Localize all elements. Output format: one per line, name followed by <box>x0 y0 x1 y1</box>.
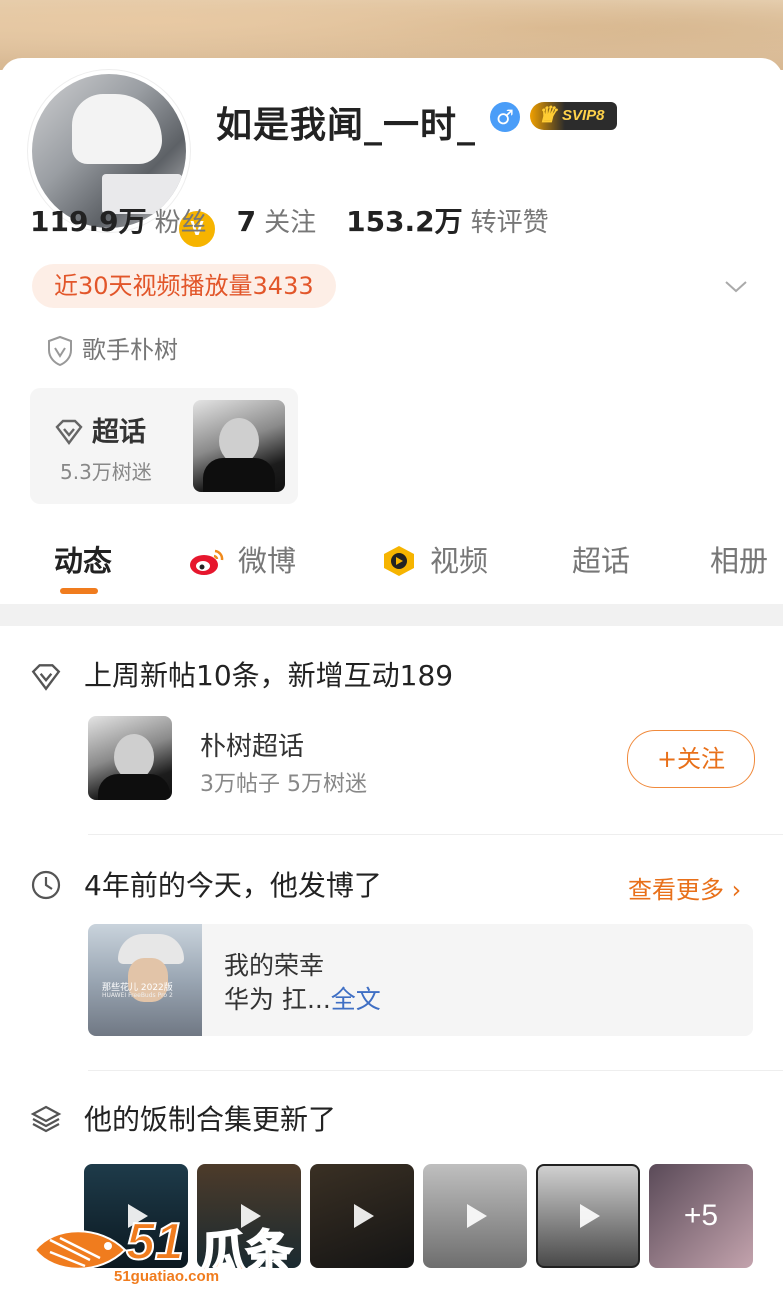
reposts-likes-count[interactable]: 153.2万 转评赞 <box>346 205 579 238</box>
chaohua-card[interactable]: 超话 5.3万树迷 <box>30 388 298 504</box>
more-count: +5 <box>683 1199 719 1232</box>
memory-header: 4年前的今天，他发博了 <box>30 864 382 904</box>
profile-name: 如是我闻_一时_ <box>216 105 477 146</box>
memory-post-text: 我的荣幸 <box>224 951 325 980</box>
followers-count[interactable]: 119.9万 粉丝 <box>30 205 237 238</box>
profile-tag: 歌手朴树 <box>46 330 178 367</box>
collection-header: 他的饭制合集更新了 <box>30 1098 336 1138</box>
follow-button[interactable]: +关注 <box>627 730 755 788</box>
weekly-summary: 上周新帖10条，新增互动189 <box>30 654 453 694</box>
crown-icon: ♛ <box>537 102 557 127</box>
watermark-logo: 51 瓜条 51guatiao.com <box>30 1210 310 1290</box>
svip-badge[interactable]: ♛ SVIP8 <box>530 102 617 130</box>
chevron-right-icon: › <box>731 876 742 904</box>
chaohua-title: 超话 <box>54 410 146 449</box>
collection-thumb-5[interactable] <box>536 1164 640 1268</box>
community-name[interactable]: 朴树超话 <box>200 726 304 763</box>
chevron-down-icon[interactable] <box>722 272 750 300</box>
collection-thumb-more[interactable]: +5 <box>649 1164 753 1268</box>
active-tab-indicator <box>60 588 98 594</box>
memory-post-excerpt: 华为 扛...全文 <box>224 985 381 1014</box>
divider <box>88 1070 783 1071</box>
tab-album[interactable]: 相册 <box>710 538 768 580</box>
video-plays-pill[interactable]: 近30天视频播放量3433 <box>32 264 336 308</box>
community-stats: 3万帖子 5万树迷 <box>200 772 367 797</box>
following-count[interactable]: 7 关注 <box>237 205 347 238</box>
divider <box>88 834 783 835</box>
layers-icon <box>30 1105 62 1133</box>
section-divider <box>0 604 783 626</box>
profile-tabs: 动态 微博 视频 超话 相册 <box>0 528 783 598</box>
tab-feed[interactable]: 动态 <box>54 538 112 580</box>
male-icon: ♂ <box>490 102 520 132</box>
weibo-icon <box>190 549 224 575</box>
clock-icon <box>31 870 61 900</box>
tab-weibo[interactable]: 微博 <box>188 538 296 580</box>
full-text-link[interactable]: 全文 <box>331 985 381 1014</box>
tab-chaohua[interactable]: 超话 <box>572 538 630 580</box>
video-icon <box>384 546 414 576</box>
chaohua-thumb <box>193 400 285 492</box>
view-more-link[interactable]: 查看更多 › <box>628 870 741 905</box>
collection-thumb-3[interactable] <box>310 1164 414 1268</box>
chaohua-fans: 5.3万树迷 <box>60 460 152 484</box>
shield-check-icon <box>48 335 72 367</box>
memory-post-card[interactable]: 那些花儿 2022版 HUAWEI FreeBuds Pro 2 我的荣幸 华为… <box>88 924 753 1036</box>
diamond-icon <box>55 419 83 445</box>
profile-stats: 119.9万 粉丝 7 关注 153.2万 转评赞 <box>30 200 579 240</box>
profile-card: V 如是我闻_一时_ ♂ ♛ SVIP8 119.9万 粉丝 7 关注 153.2万 转评赞… <box>0 58 783 1285</box>
diamond-icon <box>31 664 61 691</box>
community-thumb[interactable] <box>88 716 172 800</box>
memory-post-thumb: 那些花儿 2022版 HUAWEI FreeBuds Pro 2 <box>88 924 202 1036</box>
collection-thumb-4[interactable] <box>423 1164 527 1268</box>
tab-video[interactable]: 视频 <box>380 538 488 580</box>
